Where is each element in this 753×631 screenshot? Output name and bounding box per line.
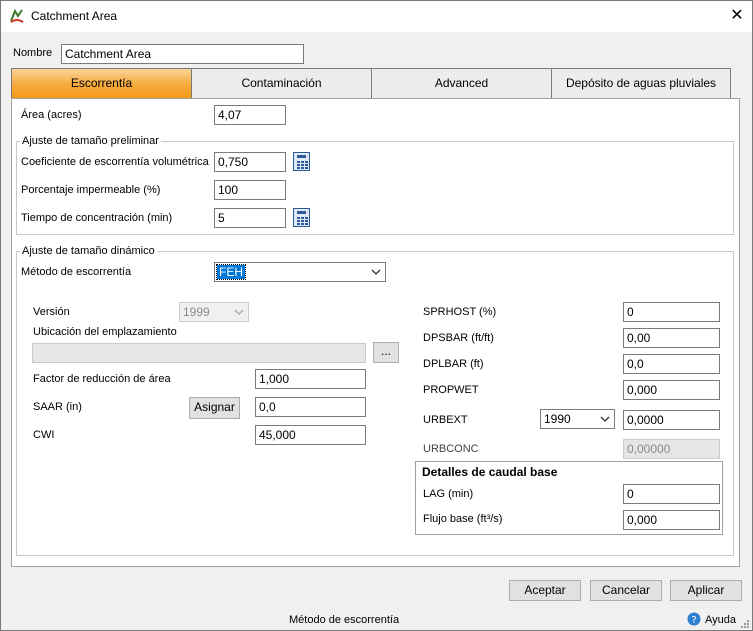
status-text: Método de escorrentía: [289, 614, 400, 626]
metodo-select[interactable]: FEH: [214, 262, 386, 282]
cancelar-button[interactable]: Cancelar: [590, 580, 662, 601]
cwi-label: CWI: [33, 429, 55, 441]
urbext-input[interactable]: 0,0000: [623, 410, 720, 430]
area-input[interactable]: 4,07: [214, 105, 286, 125]
urbext-label: URBEXT: [423, 414, 468, 426]
help-link[interactable]: Ayuda: [705, 614, 736, 626]
flujo-label: Flujo base (ft³/s): [423, 513, 503, 525]
help-icon[interactable]: ?: [687, 612, 701, 626]
tiempo-input[interactable]: 5: [214, 208, 286, 228]
urbext-year-value: 1990: [544, 412, 571, 426]
tab-escorrentia[interactable]: Escorrentía: [12, 69, 192, 98]
factor-input[interactable]: 1,000: [255, 369, 366, 389]
lag-label: LAG (min): [423, 488, 474, 500]
dpsbar-input[interactable]: 0,00: [623, 328, 720, 348]
caudal-title: Detalles de caudal base: [422, 465, 558, 479]
coef-input[interactable]: 0,750: [214, 152, 286, 172]
asignar-button[interactable]: Asignar: [189, 397, 240, 419]
preliminar-title: Ajuste de tamaño preliminar: [20, 135, 161, 147]
urbconc-label: URBCONC: [423, 443, 479, 455]
saar-label: SAAR (in): [33, 401, 82, 413]
saar-input[interactable]: 0,0: [255, 397, 366, 417]
title-bar: Catchment Area ✕: [1, 1, 752, 32]
dpsbar-label: DPSBAR (ft/ft): [423, 332, 494, 344]
nombre-input[interactable]: Catchment Area: [61, 44, 304, 64]
propwet-input[interactable]: 0,000: [623, 380, 720, 400]
status-bar: Método de escorrentía ? Ayuda: [1, 607, 752, 631]
tab-contaminacion[interactable]: Contaminación: [192, 69, 372, 98]
ubicacion-input[interactable]: [32, 343, 366, 363]
coef-label: Coeficiente de escorrentía volumétrica: [21, 156, 209, 168]
catchment-icon: [10, 8, 24, 23]
version-label: Versión: [33, 306, 70, 318]
factor-label: Factor de reducción de área: [33, 373, 171, 385]
area-label: Área (acres): [21, 109, 82, 121]
escorrentia-panel: Área (acres) 4,07 Ajuste de tamaño preli…: [11, 98, 740, 567]
dplbar-input[interactable]: 0,0: [623, 354, 720, 374]
metodo-label: Método de escorrentía: [21, 266, 132, 278]
lag-input[interactable]: 0: [623, 484, 720, 504]
resize-grip-icon[interactable]: [740, 619, 750, 629]
catchment-area-dialog: Catchment Area ✕ Nombre Catchment Area E…: [0, 0, 753, 631]
close-icon[interactable]: ✕: [726, 5, 748, 27]
version-select[interactable]: 1999: [179, 302, 249, 322]
cwi-input[interactable]: 45,000: [255, 425, 366, 445]
version-value: 1999: [183, 305, 210, 319]
dplbar-label: DPLBAR (ft): [423, 358, 484, 370]
aceptar-button[interactable]: Aceptar: [509, 580, 581, 601]
window-title: Catchment Area: [31, 9, 118, 23]
chevron-down-icon: [234, 309, 244, 315]
browse-button[interactable]: ...: [373, 342, 399, 363]
metodo-value: FEH: [219, 265, 243, 279]
ubicacion-label: Ubicación del emplazamiento: [33, 326, 177, 338]
nombre-label: Nombre: [13, 47, 53, 59]
flujo-input[interactable]: 0,000: [623, 510, 720, 530]
urbext-year-select[interactable]: 1990: [540, 409, 615, 429]
tiempo-label: Tiempo de concentración (min): [21, 212, 173, 224]
dinamico-title: Ajuste de tamaño dinámico: [20, 245, 157, 257]
imperm-input[interactable]: 100: [214, 180, 286, 200]
calculator-icon[interactable]: [293, 208, 310, 227]
tab-advanced[interactable]: Advanced: [372, 69, 552, 98]
sprhost-label: SPRHOST (%): [423, 306, 497, 318]
svg-text:?: ?: [691, 615, 696, 626]
tab-deposito[interactable]: Depósito de aguas pluviales: [552, 69, 730, 98]
imperm-label: Porcentaje impermeable (%): [21, 184, 161, 196]
propwet-label: PROPWET: [423, 384, 479, 396]
chevron-down-icon: [371, 269, 381, 275]
urbconc-input: 0,00000: [623, 439, 720, 459]
calculator-icon[interactable]: [293, 152, 310, 171]
sprhost-input[interactable]: 0: [623, 302, 720, 322]
aplicar-button[interactable]: Aplicar: [670, 580, 742, 601]
chevron-down-icon: [600, 416, 610, 422]
tab-bar: Escorrentía Contaminación Advanced Depós…: [11, 68, 731, 99]
